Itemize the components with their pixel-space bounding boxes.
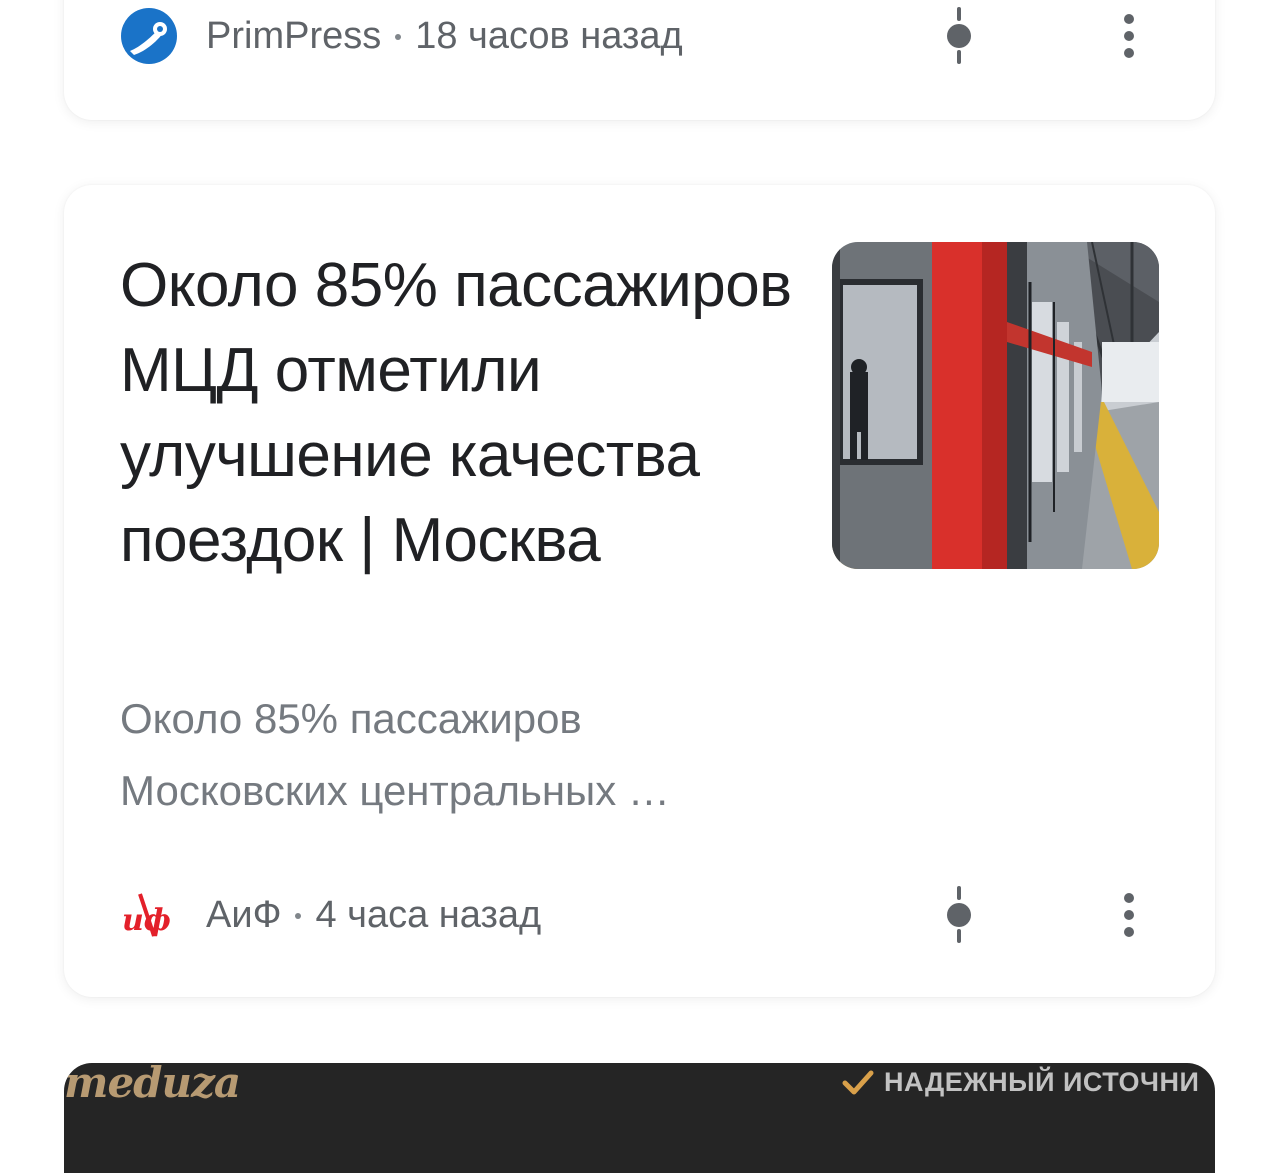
primpress-logo-icon (120, 7, 178, 65)
news-card-primpress[interactable]: PrimPress 18 часов назад (64, 0, 1215, 120)
separator-dot (295, 913, 302, 919)
source-name[interactable]: АиФ (206, 894, 281, 937)
source-name[interactable]: PrimPress (206, 15, 381, 58)
article-thumbnail[interactable] (832, 242, 1159, 569)
trusted-source-badge: НАДЕЖНЫЙ ИСТОЧНИ (842, 1067, 1199, 1098)
publish-time: 18 часов назад (415, 14, 683, 57)
card-meta-row: PrimPress 18 часов назад (120, 6, 1159, 66)
news-feed: PrimPress 18 часов назад Около 85% пасса… (0, 0, 1280, 1173)
card-meta-text: PrimPress 18 часов назад (206, 15, 683, 58)
check-icon (842, 1070, 874, 1094)
meduza-logo: meduza (64, 1063, 241, 1107)
card-meta-text: АиФ 4 часа назад (206, 894, 541, 937)
aif-logo-icon: иф (120, 886, 178, 944)
news-card-aif[interactable]: Около 85% пассажиров МЦД отметили улучше… (64, 185, 1215, 997)
publish-time: 4 часа назад (315, 893, 542, 936)
train-platform-photo (832, 242, 1159, 569)
pin-icon[interactable] (929, 6, 989, 66)
more-vert-icon[interactable] (1099, 6, 1159, 66)
more-vert-icon[interactable] (1099, 885, 1159, 945)
pin-icon[interactable] (929, 885, 989, 945)
card-meta-row: иф АиФ 4 часа назад (120, 885, 1159, 945)
separator-dot (395, 34, 402, 40)
article-snippet: Около 85% пассажиров Московских централь… (120, 695, 670, 814)
news-card-meduza[interactable]: meduza НАДЕЖНЫЙ ИСТОЧНИ (64, 1063, 1215, 1173)
article-title[interactable]: Около 85% пассажиров МЦД отметили улучше… (120, 243, 800, 583)
trusted-source-label: НАДЕЖНЫЙ ИСТОЧНИ (884, 1067, 1200, 1097)
